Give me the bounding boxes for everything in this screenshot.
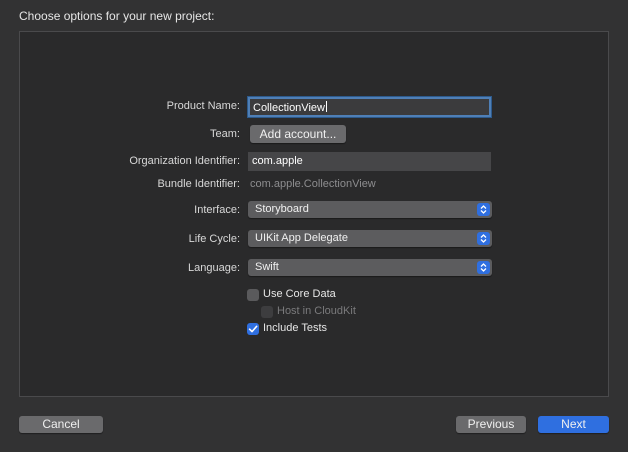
product-name-field[interactable]: CollectionView: [248, 97, 491, 117]
chevron-up-down-icon: [477, 203, 490, 216]
product-name-label: Product Name:: [166, 100, 240, 112]
interface-label: Interface:: [194, 204, 240, 216]
checkbox-box[interactable]: [247, 323, 259, 335]
new-project-dialog: Choose options for your new project: Pro…: [0, 0, 628, 452]
life-cycle-selected: UIKit App Delegate: [255, 232, 348, 244]
add-account-button[interactable]: Add account...: [250, 125, 346, 143]
chevron-up-down-icon: [477, 232, 490, 245]
interface-selected: Storyboard: [255, 203, 309, 215]
chevron-up-down-icon: [477, 261, 490, 274]
language-label: Language:: [188, 262, 240, 274]
team-label: Team:: [210, 128, 240, 140]
life-cycle-label: Life Cycle:: [188, 233, 240, 245]
dialog-title: Choose options for your new project:: [19, 9, 215, 23]
checkbox-box: [261, 306, 273, 318]
text-caret: [325, 101, 327, 112]
checkbox-box[interactable]: [247, 289, 259, 301]
organization-identifier-field[interactable]: com.apple: [248, 152, 491, 171]
life-cycle-popup[interactable]: UIKit App Delegate: [248, 230, 492, 247]
bundle-identifier-label: Bundle Identifier:: [157, 178, 240, 190]
next-button[interactable]: Next: [538, 416, 609, 433]
language-popup[interactable]: Swift: [248, 259, 492, 276]
previous-button[interactable]: Previous: [456, 416, 526, 433]
use-core-data-label: Use Core Data: [263, 288, 336, 300]
language-selected: Swift: [255, 261, 279, 273]
include-tests-label: Include Tests: [263, 322, 328, 334]
cancel-button[interactable]: Cancel: [19, 416, 103, 433]
product-name-value: CollectionView: [253, 102, 325, 114]
host-in-cloudkit-label: Host in CloudKit: [277, 305, 356, 317]
interface-popup[interactable]: Storyboard: [248, 201, 492, 218]
checkmark-icon: [248, 325, 258, 333]
organization-identifier-label: Organization Identifier:: [129, 155, 240, 167]
bundle-identifier-value: com.apple.CollectionView: [250, 178, 376, 190]
